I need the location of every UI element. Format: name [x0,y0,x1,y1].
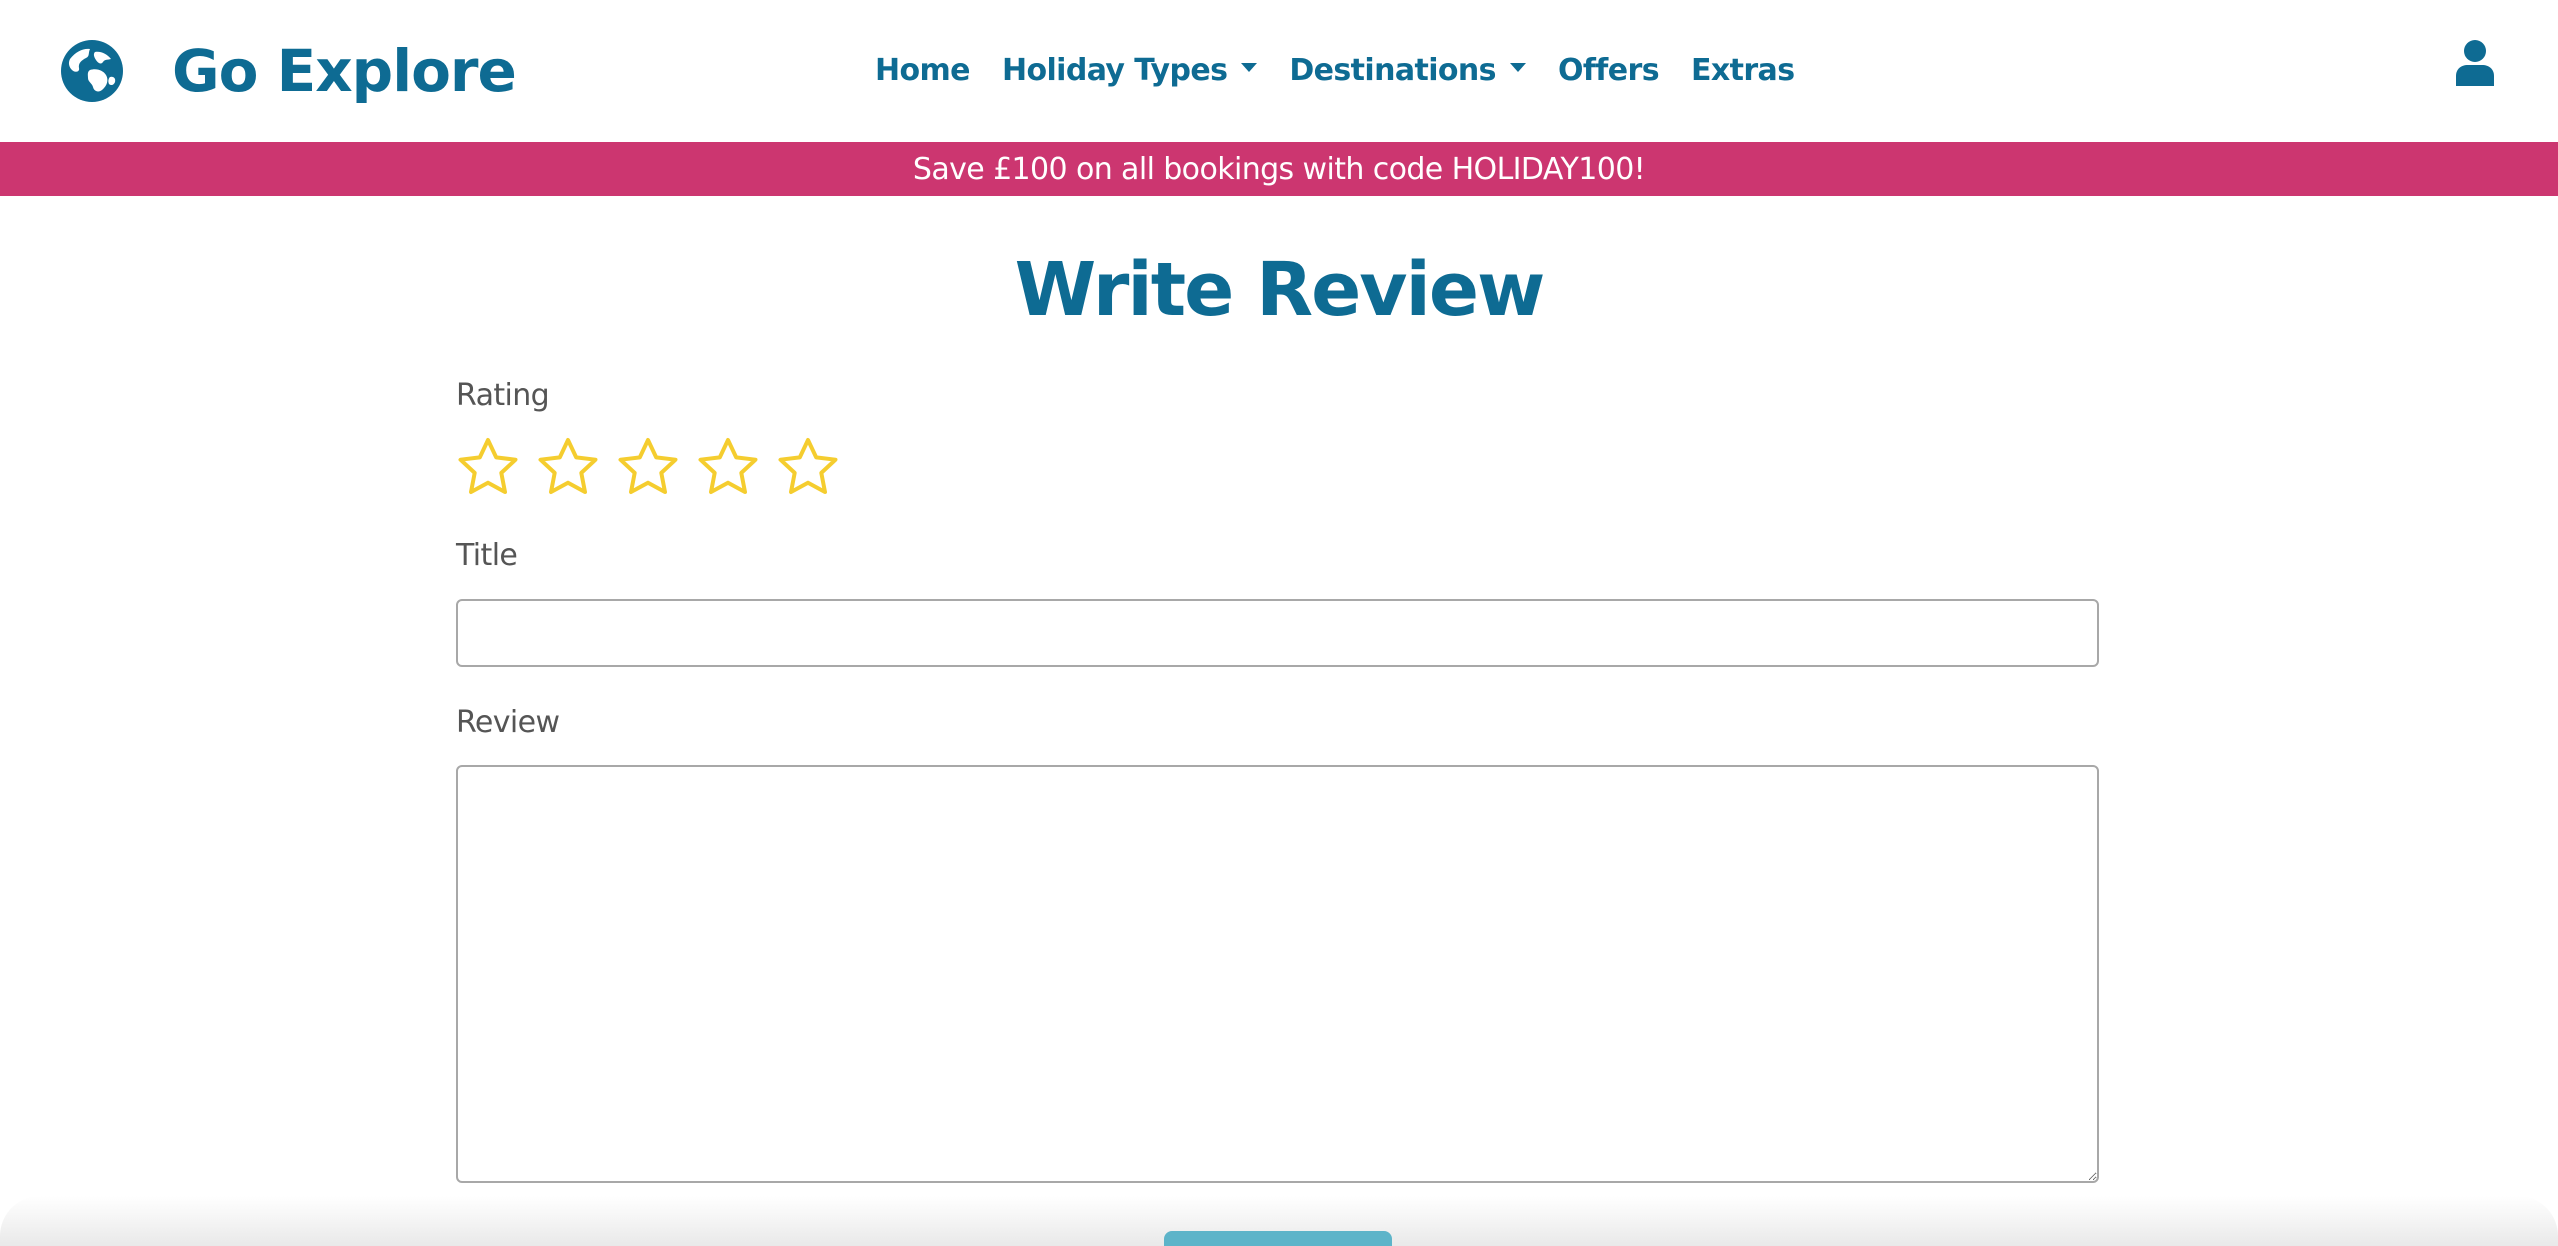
nav-destinations-label: Destinations [1289,52,1496,88]
nav-holiday-types[interactable]: Holiday Types [1001,52,1258,88]
star-rating [456,436,840,500]
nav-offers[interactable]: Offers [1557,52,1660,88]
brand-name: Go Explore [172,37,517,105]
title-label: Title [456,538,518,573]
star-outline-icon [538,438,598,494]
nav-home-label: Home [875,52,971,88]
main-content: Write Review Rating Title Review [0,196,2558,1246]
review-form: Rating Title Review [456,196,2099,1246]
nav-extras-label: Extras [1690,52,1795,88]
brand-link[interactable]: Go Explore [60,36,517,106]
nav-extras[interactable]: Extras [1690,52,1795,88]
nav-offers-label: Offers [1557,52,1660,88]
star-4[interactable] [696,436,760,500]
user-icon [2456,40,2494,86]
star-2[interactable] [536,436,600,500]
submit-review-button[interactable] [1164,1231,1392,1246]
navbar: Go Explore Home Holiday Types Destinatio… [0,0,2558,142]
star-1[interactable] [456,436,520,500]
main-nav: Home Holiday Types Destinations Offers E… [875,44,1795,96]
star-5[interactable] [776,436,840,500]
caret-down-icon [1241,62,1258,72]
review-label: Review [456,705,560,740]
star-outline-icon [698,438,758,494]
promo-text: Save £100 on all bookings with code HOLI… [912,151,1646,187]
nav-destinations[interactable]: Destinations [1289,53,1526,88]
nav-holiday-types-label: Holiday Types [1001,52,1228,88]
star-outline-icon [458,438,518,494]
star-3[interactable] [616,436,680,500]
caret-down-icon [1509,62,1526,72]
promo-banner: Save £100 on all bookings with code HOLI… [0,142,2558,196]
nav-home[interactable]: Home [875,52,971,88]
rating-label: Rating [456,378,550,413]
star-outline-icon [778,438,838,494]
page: Go Explore Home Holiday Types Destinatio… [0,0,2558,1246]
account-button[interactable] [2456,40,2494,86]
title-input[interactable] [456,599,2099,667]
globe-icon [60,39,124,103]
star-outline-icon [618,438,678,494]
review-textarea[interactable] [456,765,2099,1183]
